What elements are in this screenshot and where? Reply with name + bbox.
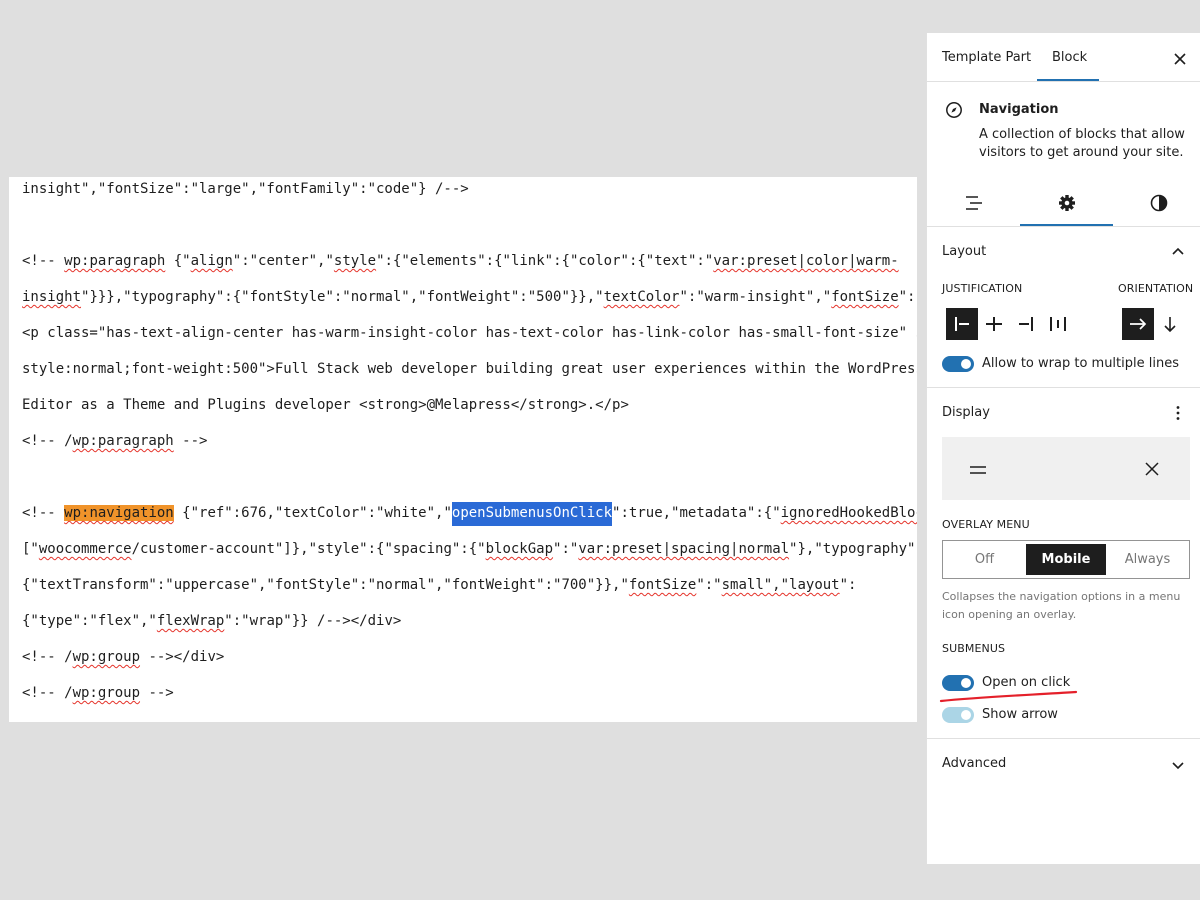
styles-icon[interactable] <box>1149 193 1169 213</box>
overlay-option-mobile[interactable]: Mobile <box>1026 544 1106 575</box>
code-line: {"type":"flex","flexWrap":"wrap"}} /--><… <box>22 613 402 629</box>
block-settings-sidebar: Template Part Block Navigation A collect… <box>926 33 1200 864</box>
code-line: {"textTransform":"uppercase","fontStyle"… <box>22 577 857 593</box>
code-line: insight"}}},"typography":{"fontStyle":"n… <box>22 289 917 305</box>
selected-text-highlight: openSubmenusOnClick <box>451 502 613 526</box>
code-line: Editor as a Theme and Plugins developer … <box>22 397 629 413</box>
close-icon <box>1144 461 1160 477</box>
wrap-toggle[interactable] <box>942 356 974 372</box>
gear-icon[interactable] <box>1057 193 1077 213</box>
code-editor[interactable]: insight","fontSize":"large","fontFamily"… <box>9 177 917 722</box>
wrap-toggle-label: Allow to wrap to multiple lines <box>982 356 1179 371</box>
orientation-label: ORIENTATION <box>1118 282 1194 295</box>
divider <box>927 226 1200 227</box>
justify-left-button[interactable] <box>946 308 978 340</box>
close-icon[interactable] <box>1173 51 1187 65</box>
divider <box>927 387 1200 388</box>
code-line: <!-- wp:paragraph {"align":"center","sty… <box>22 253 899 269</box>
display-panel-title: Display <box>942 405 990 420</box>
block-description: A collection of blocks that allow <box>979 127 1185 142</box>
code-line: <!-- /wp:paragraph --> <box>22 433 208 449</box>
chevron-up-icon[interactable] <box>1171 244 1185 258</box>
more-options-icon[interactable] <box>1171 405 1185 421</box>
overlay-menu-label: OVERLAY MENU <box>942 518 1030 531</box>
compass-icon <box>945 101 963 119</box>
justify-right-button[interactable] <box>1010 308 1042 340</box>
overlay-option-always[interactable]: Always <box>1106 541 1189 578</box>
list-view-icon[interactable] <box>964 193 984 213</box>
layout-panel-title[interactable]: Layout <box>942 244 986 259</box>
tab-template-part[interactable]: Template Part <box>942 50 1031 65</box>
overlay-menu-toggle-group: Off Mobile Always <box>942 540 1190 579</box>
block-title: Navigation <box>979 102 1059 117</box>
block-description: visitors to get around your site. <box>979 145 1184 160</box>
annotation-underline <box>939 690 1078 703</box>
overlay-option-off[interactable]: Off <box>943 541 1026 578</box>
hamburger-icon <box>968 462 988 476</box>
code-line: <!-- /wp:group --> <box>22 685 174 701</box>
code-line: <!-- wp:navigation {"ref":676,"textColor… <box>22 502 917 526</box>
overlay-preview[interactable] <box>942 437 1190 500</box>
overlay-help-text: Collapses the navigation options in a me… <box>942 590 1181 603</box>
justify-space-between-button[interactable] <box>1042 308 1074 340</box>
code-line: ["woocommerce/customer-account"]},"style… <box>22 541 917 557</box>
divider <box>927 81 1200 82</box>
divider <box>927 738 1200 739</box>
overlay-help-text: icon opening an overlay. <box>942 608 1077 621</box>
code-line: insight","fontSize":"large","fontFamily"… <box>22 181 469 197</box>
justification-label: JUSTIFICATION <box>942 282 1023 295</box>
tab-block[interactable]: Block <box>1052 50 1087 65</box>
justify-center-button[interactable] <box>978 308 1010 340</box>
chevron-down-icon[interactable] <box>1171 757 1185 771</box>
code-line: <p class="has-text-align-center has-warm… <box>22 325 917 341</box>
orientation-horizontal-button[interactable] <box>1122 308 1154 340</box>
show-arrow-label: Show arrow <box>982 707 1058 722</box>
code-line: <!-- /wp:group --></div> <box>22 649 225 665</box>
orientation-vertical-button[interactable] <box>1154 308 1186 340</box>
show-arrow-toggle[interactable] <box>942 707 974 723</box>
code-line: style:normal;font-weight:500">Full Stack… <box>22 361 917 377</box>
search-match-highlight: wp:navigation <box>64 505 174 521</box>
submenus-label: SUBMENUS <box>942 642 1006 655</box>
advanced-panel-title[interactable]: Advanced <box>942 756 1006 771</box>
